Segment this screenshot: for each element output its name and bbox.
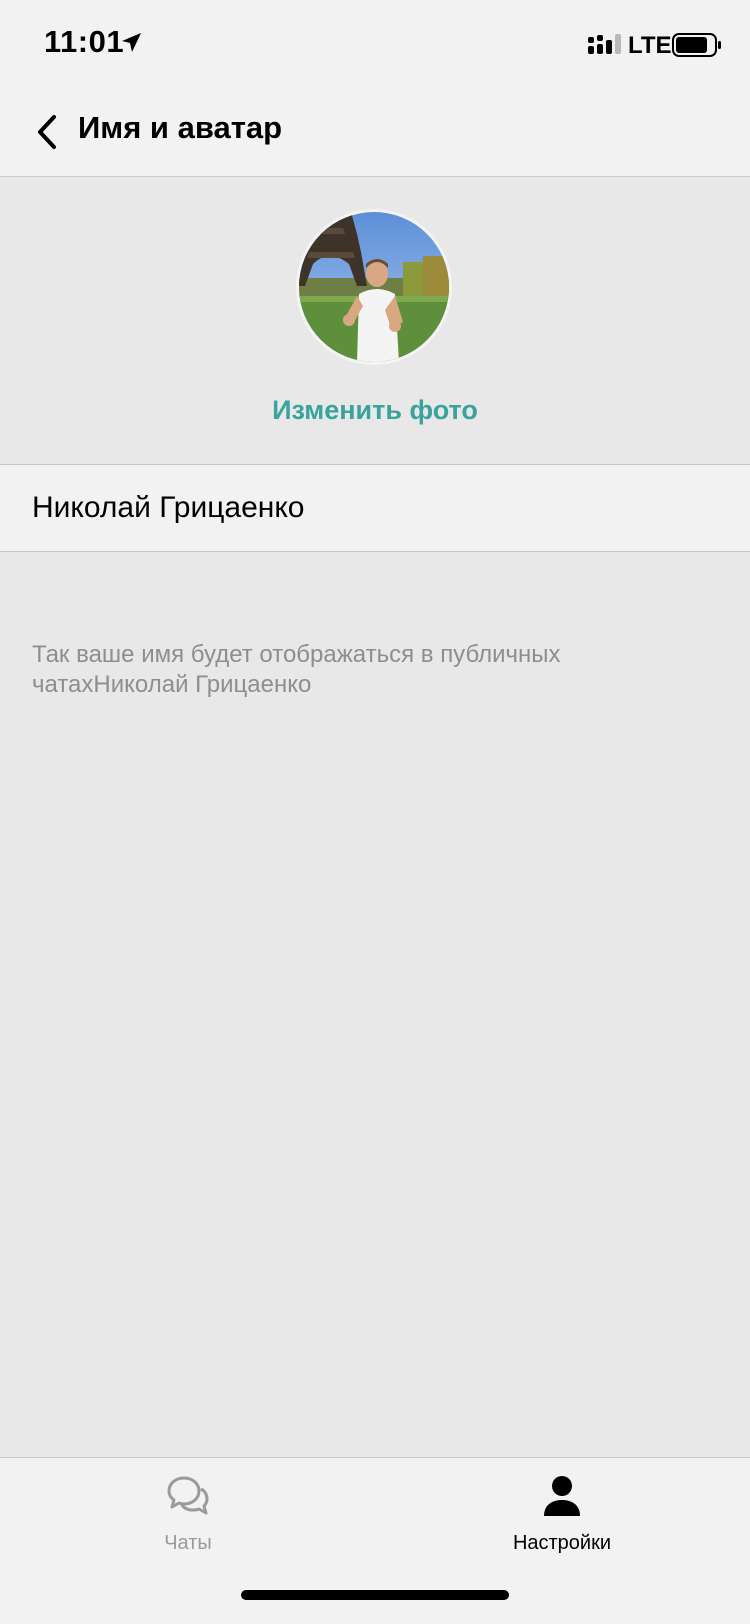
person-icon: [544, 1476, 580, 1516]
screen: 11:01 LTE Имя и аватар Изменить фото Ник…: [0, 0, 750, 1624]
avatar[interactable]: [296, 209, 452, 365]
tab-settings[interactable]: Настройки: [462, 1474, 662, 1566]
tab-settings-label: Настройки: [512, 1532, 612, 1554]
tab-chats-label: Чаты: [164, 1532, 212, 1554]
page-title: Имя и аватар: [78, 110, 283, 145]
nav-bar: Имя и аватар: [0, 88, 750, 177]
status-time: 11:01: [44, 24, 125, 59]
avatar-section: Изменить фото: [0, 177, 750, 465]
chevron-left-icon: [38, 115, 56, 149]
avatar-photo: [299, 212, 449, 362]
home-indicator: [241, 1590, 509, 1600]
name-row: [0, 465, 750, 552]
signal-icon: [588, 34, 621, 54]
back-button[interactable]: [22, 104, 72, 160]
network-label: LTE: [628, 32, 672, 59]
tab-chats[interactable]: Чаты: [88, 1474, 288, 1566]
chat-bubbles-icon: [167, 1476, 209, 1515]
location-arrow-icon: [122, 33, 141, 52]
name-hint: Так ваше имя будет отображаться в публич…: [32, 641, 561, 698]
change-photo-button[interactable]: Изменить фото: [0, 395, 750, 426]
battery-icon: [672, 33, 721, 57]
status-bar: 11:01 LTE: [0, 0, 750, 88]
name-input[interactable]: [32, 465, 722, 551]
